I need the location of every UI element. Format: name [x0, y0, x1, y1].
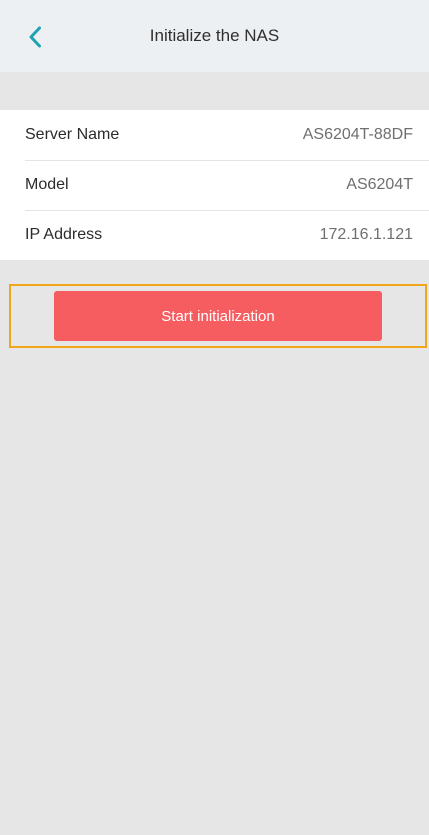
start-initialization-button[interactable]: Start initialization [54, 291, 382, 341]
start-initialization-highlight: Start initialization [9, 284, 427, 348]
model-row: Model AS6204T [0, 160, 429, 210]
back-button[interactable] [22, 24, 48, 50]
model-value: AS6204T [346, 176, 413, 193]
ip-address-label: IP Address [25, 226, 103, 243]
ip-address-row: IP Address 172.16.1.121 [0, 210, 429, 260]
top-bar: Initialize the NAS [0, 0, 429, 72]
page-title: Initialize the NAS [149, 26, 280, 45]
server-name-row: Server Name AS6204T-88DF [0, 110, 429, 160]
ip-address-value: 172.16.1.121 [319, 226, 413, 243]
initialize-nas-screen: Initialize the NAS Server Name AS6204T-8… [0, 0, 429, 835]
server-name-value: AS6204T-88DF [302, 126, 413, 143]
chevron-left-icon [29, 26, 41, 48]
nas-info-list: Server Name AS6204T-88DF Model AS6204T I… [0, 110, 429, 260]
server-name-label: Server Name [25, 126, 120, 143]
model-label: Model [25, 176, 69, 193]
